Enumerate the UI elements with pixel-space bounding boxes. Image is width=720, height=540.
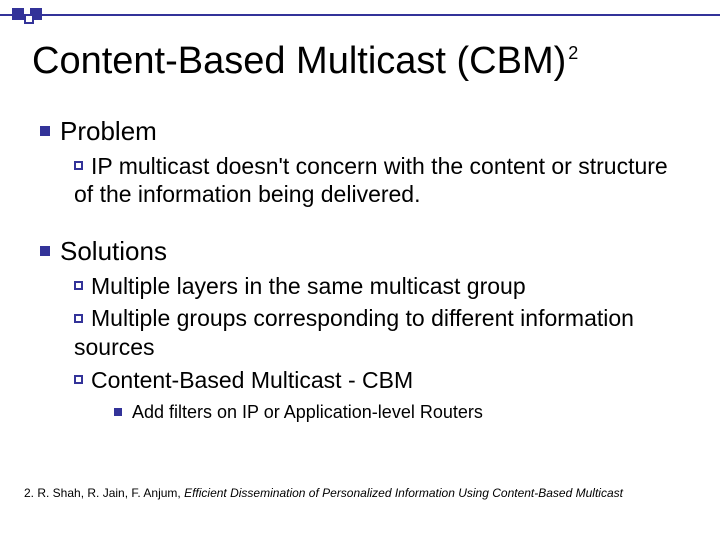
deco-square-icon bbox=[12, 8, 24, 20]
title-text: Content-Based Multicast (CBM) bbox=[32, 40, 566, 82]
footnote-authors: R. Shah, R. Jain, F. Anjum, bbox=[37, 486, 184, 500]
heading-text: Solutions bbox=[60, 236, 167, 266]
list-item: Multiple layers in the same multicast gr… bbox=[74, 272, 690, 301]
item-text: Multiple layers in the same multicast gr… bbox=[91, 273, 526, 299]
item-text: IP multicast doesn't concern with the co… bbox=[74, 153, 668, 208]
list-item: IP multicast doesn't concern with the co… bbox=[74, 152, 690, 210]
header-line bbox=[0, 14, 720, 16]
bullet-square-icon bbox=[114, 408, 122, 416]
sub-list-item: Add filters on IP or Application-level R… bbox=[114, 401, 690, 424]
bullet-hollow-icon bbox=[74, 161, 83, 170]
section-problem: Problem IP multicast doesn't concern wit… bbox=[40, 115, 690, 209]
item-text: Content-Based Multicast - CBM bbox=[91, 367, 413, 393]
title-superscript: 2 bbox=[568, 43, 578, 63]
list-item: Multiple groups corresponding to differe… bbox=[74, 304, 690, 362]
decorative-header-bar bbox=[0, 6, 720, 24]
bullet-square-icon bbox=[40, 126, 50, 136]
section-solutions: Solutions Multiple layers in the same mu… bbox=[40, 235, 690, 423]
item-text: Add filters on IP or Application-level R… bbox=[132, 402, 483, 422]
bullet-square-icon bbox=[40, 246, 50, 256]
slide-body: Problem IP multicast doesn't concern wit… bbox=[40, 115, 690, 441]
section-heading: Solutions bbox=[40, 235, 690, 268]
footnote-title: Efficient Dissemination of Personalized … bbox=[184, 486, 623, 500]
deco-square-hollow-icon bbox=[24, 14, 34, 24]
slide-title: Content-Based Multicast (CBM)2 bbox=[32, 40, 578, 83]
bullet-hollow-icon bbox=[74, 375, 83, 384]
list-item: Content-Based Multicast - CBM bbox=[74, 366, 690, 395]
footnote-number: 2. bbox=[24, 486, 37, 500]
bullet-hollow-icon bbox=[74, 314, 83, 323]
bullet-hollow-icon bbox=[74, 281, 83, 290]
slide: Content-Based Multicast (CBM)2 Problem I… bbox=[0, 0, 720, 540]
item-text: Multiple groups corresponding to differe… bbox=[74, 305, 634, 360]
footnote: 2. R. Shah, R. Jain, F. Anjum, Efficient… bbox=[24, 486, 623, 500]
heading-text: Problem bbox=[60, 116, 157, 146]
section-heading: Problem bbox=[40, 115, 690, 148]
